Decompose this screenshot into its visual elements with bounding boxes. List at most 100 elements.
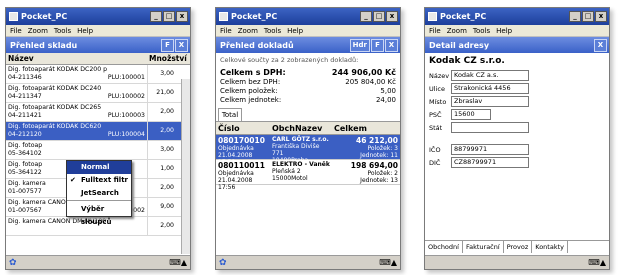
menu-help[interactable]: Help (287, 27, 303, 35)
menu-help[interactable]: Help (77, 27, 93, 35)
item-qty: 2,00 (147, 217, 176, 235)
col-qty-header[interactable]: Množství (147, 53, 189, 64)
item-qty: 1,00 (147, 160, 176, 178)
maximize-button[interactable]: □ (373, 11, 385, 22)
keyboard-icon[interactable]: ⌨▲ (169, 258, 187, 267)
menu-file[interactable]: File (429, 27, 441, 35)
item-name: Dig. fotoaparát KODAK DC265 (8, 104, 102, 111)
menu-zoom[interactable]: Zoom (28, 27, 48, 35)
menu-item-normal[interactable]: Normal (67, 161, 131, 174)
tab-provoz[interactable]: Provoz (504, 241, 533, 253)
close-button[interactable]: x (386, 11, 398, 22)
total-value: 24,00 (375, 96, 396, 104)
doc-units: Jednotek: 11 (360, 152, 398, 159)
tab-fakturacni[interactable]: Fakturační (463, 241, 504, 253)
minimize-button[interactable]: _ (150, 11, 162, 22)
company-name: ELEKTRO - Vaněk (272, 161, 330, 168)
field-label: Název (429, 71, 450, 80)
zip-field[interactable]: 15600 (451, 109, 491, 120)
title-bar: Pocket_PC _ □ x (6, 8, 190, 25)
item-code: 04-211347 (8, 93, 42, 100)
item-name: Dig. fotoaparát KODAK DC620 (8, 123, 102, 130)
start-icon[interactable]: ✿ (9, 258, 17, 268)
title-bar: Pocket_PC _ □ x (216, 8, 400, 25)
window-sklad: Pocket_PC _ □ x File Zoom Tools Help Přehled … (5, 7, 191, 270)
item-plu: PLU:100001 (107, 74, 145, 81)
menu-item-fulltext[interactable]: ✔ Fulltext filtr (67, 174, 131, 187)
menu-item-jetsearch[interactable]: JetSearch (67, 187, 131, 200)
table-row[interactable]: Dig. fotoaparát KODAK DC620 04-212120 PLU:… (6, 122, 190, 141)
total-row: Celkem bez DPH: 205 804,00 Kč (216, 78, 400, 87)
item-plu: PLU:100003 (107, 112, 145, 119)
check-icon: ✔ (70, 176, 76, 184)
menu-tools[interactable]: Tools (54, 27, 71, 35)
tab-kontakty[interactable]: Kontakty (532, 241, 568, 253)
tab-obchodni[interactable]: Obchodní (425, 241, 463, 253)
keyboard-icon[interactable]: ⌨▲ (588, 258, 606, 267)
company-name: CARL GÖTZ s.r.o. (272, 136, 329, 143)
header-button[interactable]: Hdr (349, 38, 370, 52)
col-company-header[interactable]: ObchNazev (270, 122, 332, 134)
scrollbar[interactable] (181, 79, 190, 254)
item-name: Dig. kamera CANON DM-MV100 (8, 218, 107, 225)
total-label: Celkem bez DPH: (220, 78, 281, 86)
ico-field[interactable]: 88799971 (451, 144, 529, 155)
doc-total: 46 212,00 (356, 136, 398, 145)
minimize-button[interactable]: _ (569, 11, 581, 22)
start-icon[interactable]: ✿ (219, 258, 227, 268)
table-row[interactable]: Dig. fotoaparát KODAK DC265 04-211421 PLU:… (6, 103, 190, 122)
country-field[interactable] (451, 122, 529, 133)
menu-item-columns[interactable]: Výběr sloupců (67, 203, 131, 226)
menu-zoom[interactable]: Zoom (238, 27, 258, 35)
item-code: 05-364102 (8, 150, 42, 157)
table-row[interactable]: Dig. fotoaparát KODAK DC240 04-211347 PLU:… (6, 84, 190, 103)
window-adresa: Pocket_PC _ □ x File Zoom Tools Help Detail a… (424, 7, 610, 270)
keyboard-icon[interactable]: ⌨▲ (379, 258, 397, 267)
item-plu: PLU:100002 (107, 93, 145, 100)
field-label: IČO (429, 145, 441, 154)
close-view-button[interactable]: X (385, 38, 398, 52)
minimize-button[interactable]: _ (360, 11, 372, 22)
company-street: Františka Diviše 771 (272, 143, 320, 157)
close-view-button[interactable]: X (594, 38, 607, 52)
table-row[interactable]: 080110011 Objednávka 21.04.2008 17:56 ELEK… (216, 160, 400, 191)
company-title: Kodak CZ s.r.o. (429, 56, 505, 66)
dic-field[interactable]: CZ88799971 (451, 157, 529, 168)
total-row: Celkem položek: 5,00 (216, 87, 400, 96)
doc-date: 21.04.2008 17:56 (218, 177, 253, 191)
company-city: 15000Motol (272, 175, 308, 182)
field-label: Místo (429, 97, 447, 106)
maximize-button[interactable]: □ (582, 11, 594, 22)
tab-total[interactable]: Total (218, 108, 242, 121)
total-value: 205 804,00 Kč (345, 78, 396, 86)
menu-zoom[interactable]: Zoom (447, 27, 467, 35)
col-number-header[interactable]: Číslo (216, 122, 270, 134)
context-menu: Normal ✔ Fulltext filtr JetSearch Výběr s… (66, 160, 132, 226)
close-view-button[interactable]: X (175, 38, 188, 52)
item-qty: 2,00 (147, 179, 176, 197)
menu-help[interactable]: Help (496, 27, 512, 35)
menu-tools[interactable]: Tools (264, 27, 281, 35)
tab-bar: Obchodní Fakturační Provoz Kontakty (425, 240, 609, 253)
menu-tools[interactable]: Tools (473, 27, 490, 35)
close-button[interactable]: x (176, 11, 188, 22)
field-label: PSČ (429, 110, 442, 119)
maximize-button[interactable]: □ (163, 11, 175, 22)
menu-file[interactable]: File (220, 27, 232, 35)
street-field[interactable]: Strakonická 4456 (451, 83, 529, 94)
item-qty: 9,00 (147, 198, 176, 216)
col-name-header[interactable]: Název (6, 53, 147, 64)
table-row[interactable]: 080170010 Objednávka 21.04.2008 17:58 CARL… (216, 135, 400, 166)
name-field[interactable]: Kodak CZ a.s. (451, 70, 529, 81)
table-row[interactable]: Dig. fotoaparát KODAK DC200 p 04-211346 PL… (6, 65, 190, 84)
filter-button[interactable]: F (371, 38, 384, 52)
filter-button[interactable]: F (161, 38, 174, 52)
city-field[interactable]: Zbraslav (451, 96, 529, 107)
item-name: Dig. fotoap (8, 142, 43, 149)
col-total-header[interactable]: Celkem (332, 122, 400, 134)
taskbar: ⌨▲ (425, 255, 609, 269)
menu-file[interactable]: File (10, 27, 22, 35)
close-button[interactable]: x (595, 11, 607, 22)
table-row[interactable]: Dig. fotoap 05-364102 3,00 (6, 141, 190, 160)
total-value: 244 906,00 Kč (331, 68, 396, 77)
